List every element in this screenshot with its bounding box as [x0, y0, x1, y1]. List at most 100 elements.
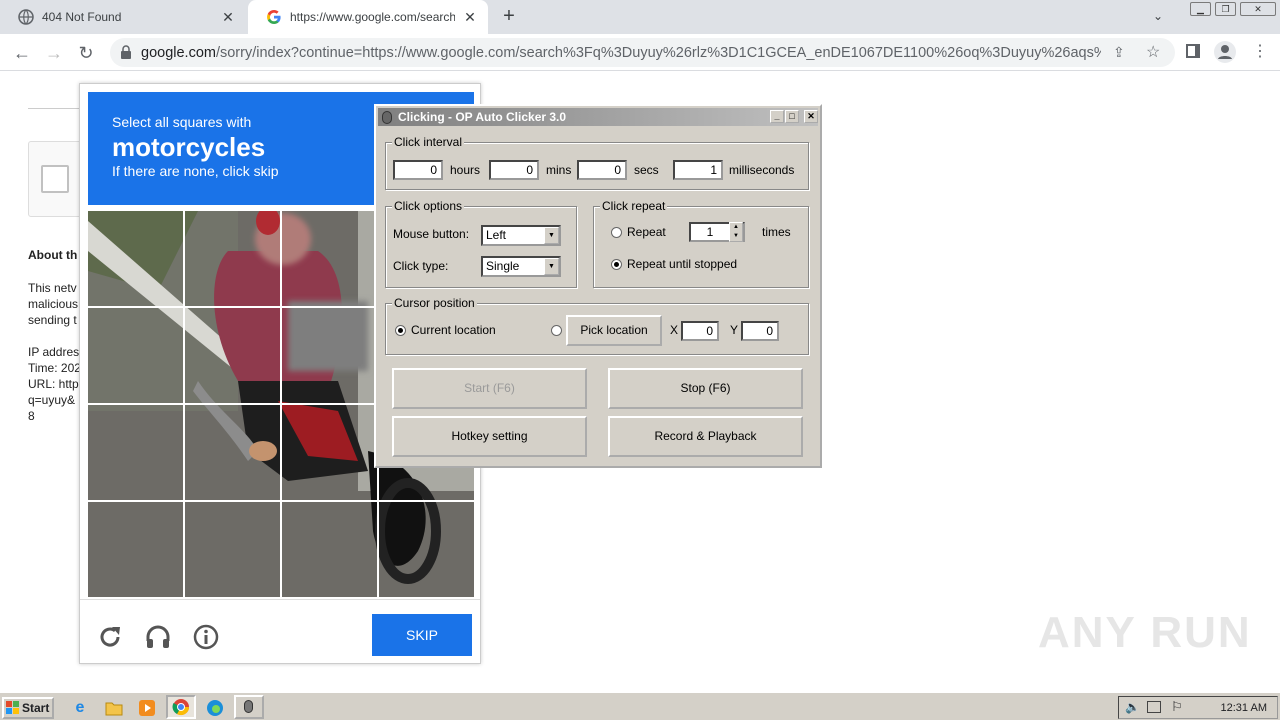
dropdown-arrow-icon: ▼: [544, 227, 559, 244]
menu-icon[interactable]: ⋮: [1252, 41, 1268, 61]
group-label: Click interval: [392, 135, 465, 149]
taskbar: Start e 🔈 ⚐ 12:31 AM: [0, 692, 1280, 720]
close-tab-icon[interactable]: ✕: [462, 9, 478, 25]
window-controls: ▁ ❐ ✕: [1190, 2, 1276, 16]
click-options-group: Click options Mouse button: Left ▼ Click…: [385, 199, 577, 288]
repeat-radio[interactable]: [611, 227, 622, 238]
tab-google[interactable]: https://www.google.com/search?q= ✕: [248, 0, 488, 34]
x-coordinate-input[interactable]: 0: [681, 321, 719, 341]
clock: 12:31 AM: [1220, 702, 1267, 714]
y-coordinate-input[interactable]: 0: [741, 321, 779, 341]
forward-icon[interactable]: →: [42, 41, 66, 65]
tab-title: 404 Not Found: [42, 10, 122, 24]
click-repeat-group: Click repeat Repeat 1 ▲ ▼ times Repeat un…: [593, 199, 809, 288]
recaptcha-checkbox[interactable]: [41, 165, 69, 193]
window-titlebar[interactable]: Clicking - OP Auto Clicker 3.0 _ □ ✕: [378, 108, 818, 126]
y-label: Y: [730, 323, 739, 337]
profile-icon[interactable]: [1214, 41, 1236, 63]
challenge-footer: SKIP: [80, 599, 480, 663]
address-bar[interactable]: google.com/sorry/index?continue=https://…: [110, 38, 1175, 67]
lock-icon: [120, 45, 132, 59]
repeat-label: Repeat: [627, 225, 666, 239]
window-title: Clicking - OP Auto Clicker 3.0: [398, 110, 567, 124]
hours-input[interactable]: 0: [393, 160, 443, 180]
share-icon[interactable]: ⇪: [1113, 44, 1125, 61]
url-text: google.com/sorry/index?continue=https://…: [141, 45, 1101, 61]
tab-bar: 404 Not Found ✕ https://www.google.com/s…: [0, 0, 1280, 34]
start-button[interactable]: Start: [2, 697, 54, 719]
browser-toolbar: ← → ↻ google.com/sorry/index?continue=ht…: [0, 34, 1280, 71]
hotkey-setting-button[interactable]: Hotkey setting: [392, 416, 587, 457]
google-icon: [266, 9, 282, 25]
auto-clicker-window: Clicking - OP Auto Clicker 3.0 _ □ ✕ Cli…: [374, 104, 822, 468]
info-icon[interactable]: [192, 623, 220, 651]
minimize-icon[interactable]: ▁: [1190, 2, 1211, 16]
mouse-button-select[interactable]: Left ▼: [481, 225, 561, 246]
back-icon[interactable]: ←: [10, 41, 34, 65]
pick-location-button[interactable]: Pick location: [566, 315, 662, 346]
grid-line: [88, 500, 474, 502]
milliseconds-input[interactable]: 1: [673, 160, 723, 180]
globe-icon: [18, 9, 34, 25]
maximize-icon[interactable]: □: [785, 110, 799, 123]
hours-label: hours: [450, 163, 481, 177]
volume-icon[interactable]: 🔈: [1125, 700, 1140, 714]
media-player-icon[interactable]: [137, 698, 157, 718]
click-type-label: Click type:: [393, 259, 449, 273]
system-tray: 🔈 ⚐ 12:31 AM: [1118, 696, 1278, 719]
headphones-icon[interactable]: [144, 623, 172, 651]
mouse-icon: [382, 111, 392, 124]
group-label: Cursor position: [392, 296, 477, 310]
anyrun-watermark: ANY RUN: [1038, 608, 1252, 657]
group-label: Click options: [392, 199, 465, 213]
bookmark-star-icon[interactable]: ☆: [1146, 42, 1160, 62]
side-panel-icon[interactable]: [1186, 44, 1200, 58]
folder-icon[interactable]: [104, 698, 124, 718]
times-label: times: [762, 225, 791, 239]
record-playback-button[interactable]: Record & Playback: [608, 416, 803, 457]
skip-button[interactable]: SKIP: [372, 614, 472, 656]
edge-icon[interactable]: [205, 698, 225, 718]
mins-label: mins: [546, 163, 572, 177]
chrome-icon: [172, 699, 190, 716]
about-heading: About th: [28, 248, 78, 262]
secs-input[interactable]: 0: [577, 160, 627, 180]
tab-title: https://www.google.com/search?q=: [290, 10, 455, 24]
ie-icon[interactable]: e: [70, 698, 90, 718]
mins-input[interactable]: 0: [489, 160, 539, 180]
reload-challenge-icon[interactable]: [96, 623, 124, 651]
windows-logo-icon: [6, 701, 19, 714]
repeat-until-stopped-label: Repeat until stopped: [627, 257, 738, 271]
new-tab-button[interactable]: +: [499, 6, 519, 27]
flag-icon[interactable]: ⚐: [1171, 699, 1183, 715]
group-label: Click repeat: [600, 199, 668, 213]
network-icon[interactable]: [1147, 701, 1161, 713]
pick-location-radio[interactable]: [551, 325, 562, 336]
click-interval-group: Click interval 0 hours 0 mins 0 secs 1 m…: [385, 135, 809, 190]
mouse-button-label: Mouse button:: [393, 227, 470, 241]
close-tab-icon[interactable]: ✕: [220, 9, 236, 25]
repeat-until-stopped-radio[interactable]: [611, 259, 622, 270]
click-type-select[interactable]: Single ▼: [481, 256, 561, 277]
restore-icon[interactable]: ❐: [1215, 2, 1236, 16]
x-label: X: [670, 323, 679, 337]
tab-404[interactable]: 404 Not Found ✕: [0, 0, 246, 34]
current-location-radio[interactable]: [395, 325, 406, 336]
page-body-text: This netv malicious sending t IP addres …: [28, 281, 80, 423]
auto-clicker-taskbar-button[interactable]: [234, 695, 264, 719]
dropdown-arrow-icon: ▼: [544, 258, 559, 275]
mouse-icon: [244, 700, 253, 713]
reload-icon[interactable]: ↻: [74, 41, 98, 65]
spinner-icon[interactable]: ▲ ▼: [729, 222, 743, 242]
close-icon[interactable]: ✕: [804, 110, 818, 123]
tab-search-icon[interactable]: ⌄: [1153, 9, 1169, 25]
chrome-taskbar-button[interactable]: [166, 695, 196, 719]
close-window-icon[interactable]: ✕: [1240, 2, 1276, 16]
secs-label: secs: [634, 163, 659, 177]
stop-button[interactable]: Stop (F6): [608, 368, 803, 409]
start-button[interactable]: Start (F6): [392, 368, 587, 409]
milliseconds-label: milliseconds: [729, 163, 795, 177]
minimize-icon[interactable]: _: [770, 110, 784, 123]
cursor-position-group: Cursor position Current location Pick lo…: [385, 296, 809, 355]
current-location-label: Current location: [411, 323, 496, 337]
